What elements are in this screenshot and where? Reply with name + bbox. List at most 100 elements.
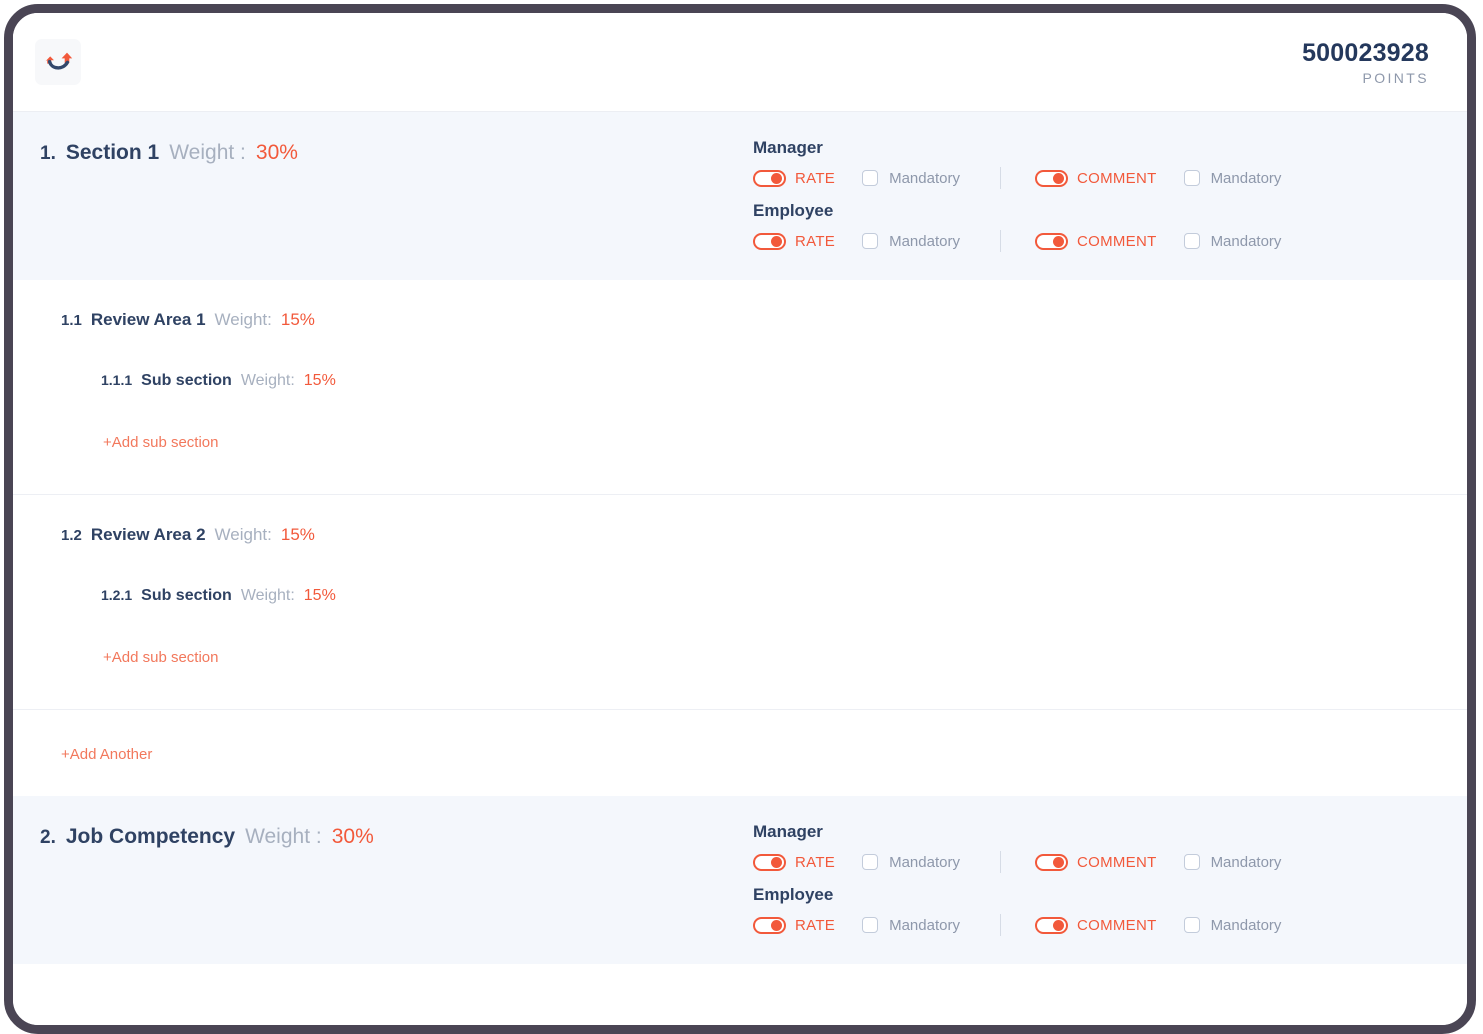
comment-toggle[interactable] bbox=[1034, 916, 1068, 934]
comment-label: COMMENT bbox=[1076, 232, 1157, 250]
rate-mandatory-checkbox[interactable] bbox=[862, 917, 879, 933]
comment-toggle-unit: COMMENT Mandatory bbox=[1034, 232, 1281, 250]
rate-toggle[interactable] bbox=[753, 916, 786, 934]
rate-toggle-unit: RATE Mandatory bbox=[753, 853, 960, 871]
rate-toggle[interactable] bbox=[753, 169, 786, 187]
points-value: 500023928 bbox=[1302, 38, 1429, 67]
sub-section-weight-label: Weight: bbox=[240, 372, 295, 389]
comment-toggle-unit: COMMENT Mandatory bbox=[1034, 169, 1282, 187]
rate-mandatory-checkbox[interactable] bbox=[862, 170, 879, 186]
section-number: 1. bbox=[40, 143, 56, 164]
comment-label: COMMENT bbox=[1076, 169, 1157, 187]
review-area-row: 1.1 Review Area 1 Weight: 15% 1.1.1 Sub … bbox=[13, 280, 1467, 495]
section-name[interactable]: Section 1 bbox=[66, 141, 159, 165]
review-area-title: 1.2 Review Area 2 Weight: 15% bbox=[13, 525, 1467, 545]
toggle-group-divider bbox=[999, 914, 1001, 936]
comment-mandatory-label: Mandatory bbox=[1210, 853, 1282, 871]
toggle-knob bbox=[1052, 235, 1064, 247]
company-swoosh-logo-icon[interactable] bbox=[35, 39, 81, 85]
add-another-link[interactable]: +Add Another bbox=[61, 746, 152, 763]
role-label-employee: Employee bbox=[753, 201, 834, 220]
review-area-weight-label: Weight: bbox=[214, 310, 272, 329]
section-name[interactable]: Job Competency bbox=[66, 825, 235, 849]
comment-toggle-unit: COMMENT Mandatory bbox=[1034, 916, 1282, 934]
sub-section-row: 1.1.1 Sub section Weight: 15% bbox=[13, 372, 1467, 390]
toggle-knob bbox=[1052, 856, 1064, 868]
review-area-row: 1.2 Review Area 2 Weight: 15% 1.2.1 Sub … bbox=[13, 495, 1467, 710]
rate-mandatory-label: Mandatory bbox=[889, 853, 960, 871]
comment-toggle-unit: COMMENT Mandatory bbox=[1034, 853, 1282, 871]
review-area-name[interactable]: Review Area 1 bbox=[91, 310, 206, 330]
rate-label: RATE bbox=[795, 232, 836, 250]
role-group-employee: Employee RATE Mandatory COMMENT Mandator… bbox=[753, 201, 1467, 254]
rate-toggle[interactable] bbox=[753, 232, 786, 250]
sub-section-weight-value[interactable]: 15% bbox=[304, 372, 336, 390]
rate-label: RATE bbox=[795, 916, 836, 934]
sub-section-weight-value[interactable]: 15% bbox=[304, 587, 336, 605]
page-root: 500023928 POINTS 1. Section 1 Weight : 3… bbox=[13, 13, 1467, 1025]
roles-wrap: Manager RATE Mandatory COMMENT Mandatory… bbox=[753, 820, 1467, 938]
comment-mandatory-checkbox[interactable] bbox=[1183, 170, 1200, 186]
toggle-knob bbox=[771, 172, 782, 184]
toggle-knob bbox=[1052, 919, 1064, 931]
comment-toggle[interactable] bbox=[1034, 853, 1068, 871]
section-weight-label: Weight : bbox=[169, 141, 246, 164]
section-title-wrap: 1. Section 1 Weight : 30% bbox=[13, 136, 753, 165]
review-area-weight-value[interactable]: 15% bbox=[281, 525, 315, 545]
toggle-row: RATE Mandatory COMMENT Mandatory bbox=[753, 228, 1467, 254]
rate-mandatory-checkbox[interactable] bbox=[862, 233, 879, 249]
review-area-name[interactable]: Review Area 2 bbox=[91, 525, 206, 545]
comment-toggle[interactable] bbox=[1034, 232, 1068, 250]
sub-section-row: 1.2.1 Sub section Weight: 15% bbox=[13, 587, 1467, 605]
device-frame: 500023928 POINTS 1. Section 1 Weight : 3… bbox=[4, 4, 1476, 1034]
review-area-number: 1.2 bbox=[61, 527, 82, 544]
rate-label: RATE bbox=[795, 853, 836, 871]
comment-mandatory-checkbox[interactable] bbox=[1183, 917, 1200, 933]
role-label-manager: Manager bbox=[753, 822, 823, 841]
role-label-manager: Manager bbox=[753, 138, 823, 157]
roles-wrap: Manager RATE Mandatory COMMENT Mandatory… bbox=[753, 136, 1467, 254]
section-weight-value[interactable]: 30% bbox=[256, 141, 298, 165]
rate-mandatory-checkbox[interactable] bbox=[862, 854, 879, 870]
review-area-number: 1.1 bbox=[61, 312, 82, 329]
page-title: 1. Section 1 Weight : 30% bbox=[40, 141, 753, 165]
comment-label: COMMENT bbox=[1076, 853, 1157, 871]
comment-mandatory-label: Mandatory bbox=[1210, 916, 1282, 934]
rate-toggle-unit: RATE Mandatory bbox=[753, 169, 960, 187]
section-weight-value[interactable]: 30% bbox=[332, 825, 374, 849]
add-sub-section-link[interactable]: +Add sub section bbox=[103, 649, 219, 666]
rate-mandatory-label: Mandatory bbox=[889, 169, 960, 187]
section-weight-label: Weight : bbox=[245, 825, 322, 848]
rate-mandatory-label: Mandatory bbox=[889, 916, 960, 934]
comment-toggle[interactable] bbox=[1034, 169, 1068, 187]
sub-section-number: 1.2.1 bbox=[101, 587, 133, 603]
review-area-weight-value[interactable]: 15% bbox=[281, 310, 315, 330]
toggle-group-divider bbox=[999, 851, 1001, 873]
rate-toggle-unit: RATE Mandatory bbox=[753, 916, 960, 934]
points-block: 500023928 POINTS bbox=[1302, 39, 1429, 86]
comment-mandatory-label: Mandatory bbox=[1210, 169, 1282, 187]
comment-mandatory-checkbox[interactable] bbox=[1183, 854, 1200, 870]
toggle-row: RATE Mandatory COMMENT Mandatory bbox=[753, 165, 1467, 191]
toggle-row: RATE Mandatory COMMENT Mandatory bbox=[753, 912, 1467, 938]
rate-toggle[interactable] bbox=[753, 853, 786, 871]
add-sub-section-link[interactable]: +Add sub section bbox=[103, 434, 219, 451]
toggle-group-divider bbox=[999, 167, 1001, 189]
section-header-band: 2. Job Competency Weight : 30% Manager R… bbox=[13, 796, 1467, 964]
rate-label: RATE bbox=[795, 169, 836, 187]
rate-toggle-unit: RATE Mandatory bbox=[753, 232, 960, 250]
section-title-wrap: 2. Job Competency Weight : 30% bbox=[13, 820, 753, 849]
page-title: 2. Job Competency Weight : 30% bbox=[40, 825, 753, 849]
section-header-band: 1. Section 1 Weight : 30% Manager RATE M… bbox=[13, 112, 1467, 280]
comment-label: COMMENT bbox=[1076, 916, 1157, 934]
points-label: POINTS bbox=[1362, 69, 1429, 86]
sub-section-weight-label: Weight: bbox=[240, 587, 295, 604]
rate-mandatory-label: Mandatory bbox=[889, 232, 960, 250]
role-group-manager: Manager RATE Mandatory COMMENT Mandatory bbox=[753, 138, 1467, 191]
toggle-knob bbox=[771, 235, 782, 247]
sub-section-name[interactable]: Sub section bbox=[141, 372, 232, 390]
sub-section-name[interactable]: Sub section bbox=[141, 587, 232, 605]
toggle-knob bbox=[1052, 172, 1064, 184]
comment-mandatory-checkbox[interactable] bbox=[1183, 233, 1200, 249]
section-number: 2. bbox=[40, 827, 56, 848]
